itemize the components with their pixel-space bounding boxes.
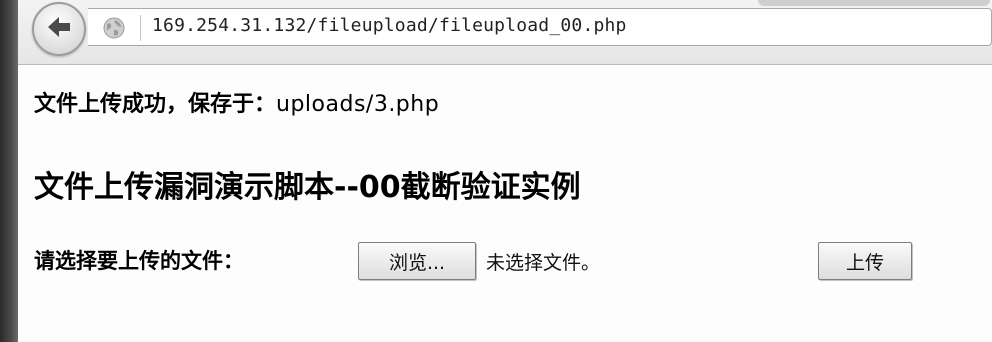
browser-window: 169.254.31.132/fileupload/fileupload_00.… [0,0,992,342]
no-file-selected-text: 未选择文件。 [486,252,601,274]
globe-icon [102,16,126,40]
browse-button[interactable]: 浏览... [358,242,476,280]
upload-form: 请选择要上传的文件： 浏览... 未选择文件。 上传 [34,240,974,280]
back-button[interactable] [32,2,86,56]
address-bar-divider [140,15,141,41]
arrow-left-icon [44,12,74,46]
file-select-label: 请选择要上传的文件： [34,249,244,273]
upload-success-message: 文件上传成功，保存于：uploads/3.php [34,86,439,118]
success-label: 文件上传成功，保存于： [34,92,277,117]
saved-path: uploads/3.php [276,92,440,117]
upload-button[interactable]: 上传 [818,242,912,280]
browser-toolbar: 169.254.31.132/fileupload/fileupload_00.… [18,0,992,65]
page-title: 文件上传漏洞演示脚本--00截断验证实例 [34,170,581,205]
url-text[interactable]: 169.254.31.132/fileupload/fileupload_00.… [152,15,627,36]
window-frame-left [0,0,18,342]
address-bar[interactable]: 169.254.31.132/fileupload/fileupload_00.… [88,8,992,46]
tab-strip [758,0,990,6]
